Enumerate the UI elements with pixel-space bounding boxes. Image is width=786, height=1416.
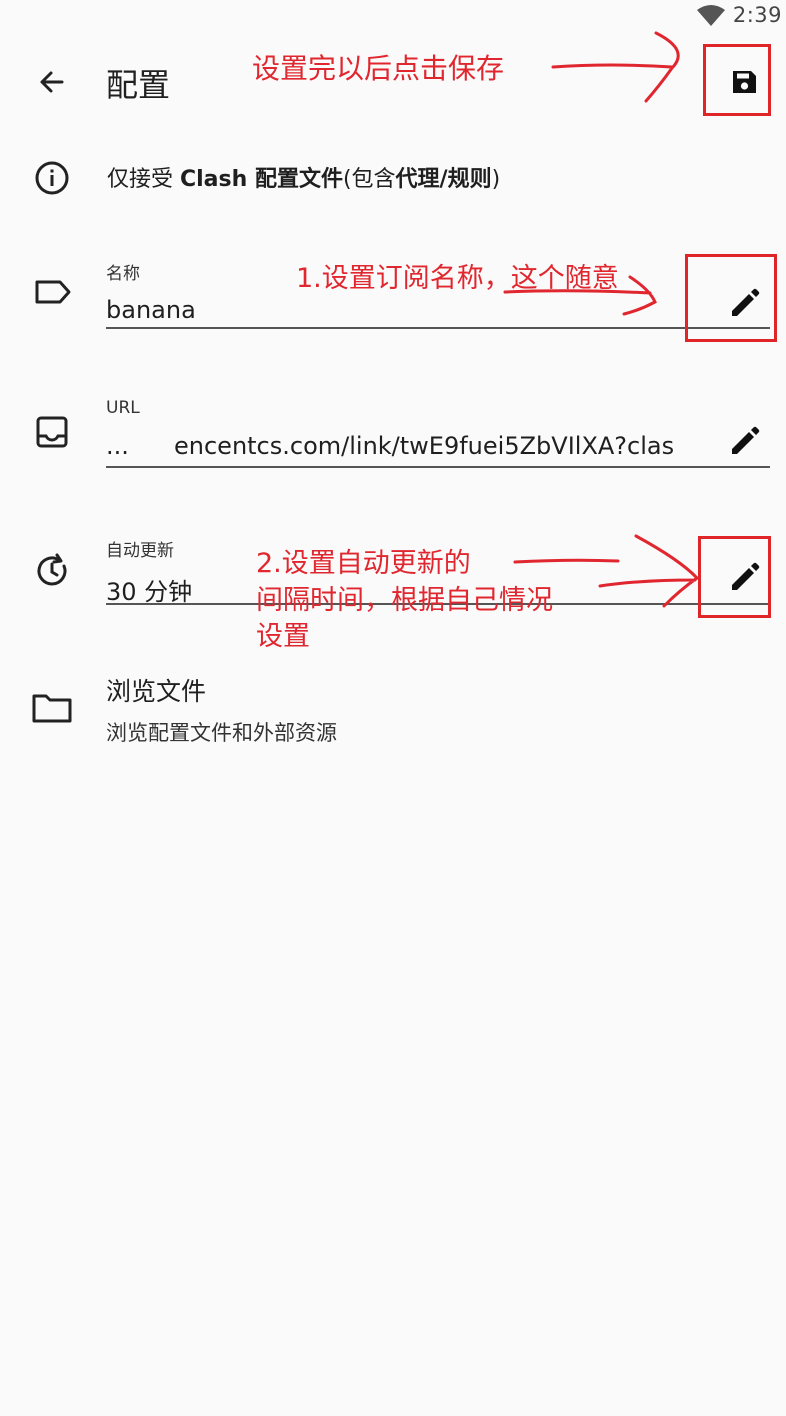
annotation-arrow-save — [551, 31, 680, 103]
browse-files-subtitle: 浏览配置文件和外部资源 — [106, 721, 337, 745]
annotation-arrows — [503, 31, 700, 608]
annotation-arrow-name — [503, 275, 657, 316]
annotation-arrow-update — [513, 534, 700, 608]
